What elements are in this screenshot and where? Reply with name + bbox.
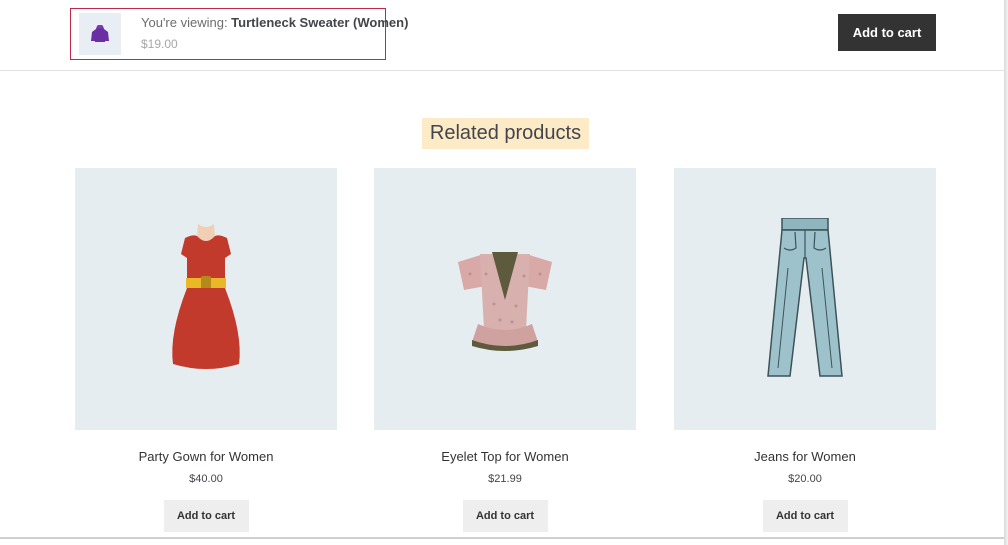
blue-jeans-image — [767, 218, 843, 377]
sweater-thumbnail — [79, 13, 121, 55]
sweater-icon — [91, 25, 109, 42]
window-bottom-edge — [0, 537, 1004, 539]
product-price: $21.99 — [488, 473, 522, 485]
viewing-product-name: Turtleneck Sweater (Women) — [231, 15, 409, 30]
related-products-heading: Related products — [422, 118, 589, 149]
viewing-product-summary: You're viewing: Turtleneck Sweater (Wome… — [70, 8, 408, 60]
product-title[interactable]: Jeans for Women — [674, 448, 936, 466]
viewing-product-price: $19.00 — [141, 37, 178, 51]
product-image-link[interactable] — [374, 168, 636, 430]
window-right-edge — [1004, 0, 1008, 545]
product-card: Eyelet Top for Women $21.99 Add to cart — [374, 168, 636, 532]
product-price: $40.00 — [189, 473, 223, 485]
red-dress-image — [172, 224, 240, 369]
product-image-link[interactable] — [674, 168, 936, 430]
sticky-add-to-cart-bar: You're viewing: Turtleneck Sweater (Wome… — [0, 0, 1004, 71]
product-title[interactable]: Eyelet Top for Women — [374, 448, 636, 466]
add-to-cart-button[interactable]: Add to cart — [762, 500, 848, 532]
product-image-link[interactable] — [75, 168, 337, 430]
sticky-add-to-cart-button[interactable]: Add to cart — [838, 14, 936, 51]
page: You're viewing: Turtleneck Sweater (Wome… — [0, 0, 1008, 545]
viewing-prefix: You're viewing: — [141, 15, 232, 30]
pink-top-image — [458, 252, 552, 351]
product-price: $20.00 — [788, 473, 822, 485]
product-card: Party Gown for Women $40.00 Add to cart — [75, 168, 337, 532]
add-to-cart-button[interactable]: Add to cart — [462, 500, 548, 532]
product-title[interactable]: Party Gown for Women — [75, 448, 337, 466]
viewing-label: You're viewing: Turtleneck Sweater (Wome… — [141, 15, 408, 30]
product-card: Jeans for Women $20.00 Add to cart — [674, 168, 936, 532]
add-to-cart-button[interactable]: Add to cart — [163, 500, 249, 532]
